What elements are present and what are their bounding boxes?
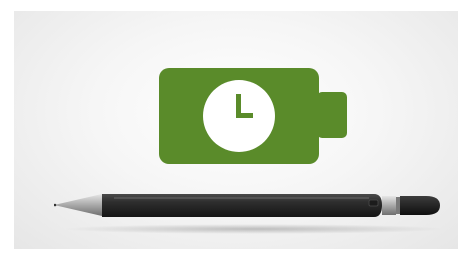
stylus-clip-button — [368, 199, 379, 207]
illustration-canvas — [14, 11, 458, 249]
clock-icon — [203, 80, 275, 152]
stylus-metal-band — [382, 196, 396, 215]
stylus-shadow — [64, 224, 444, 234]
stylus-eraser-cap — [400, 196, 440, 215]
battery-icon — [159, 68, 347, 164]
clock-minute-hand — [236, 113, 253, 118]
stylus-metal-tip — [54, 194, 102, 216]
battery-terminal — [317, 92, 347, 138]
stylus-body — [102, 194, 382, 217]
stylus-pen-icon — [54, 194, 444, 234]
